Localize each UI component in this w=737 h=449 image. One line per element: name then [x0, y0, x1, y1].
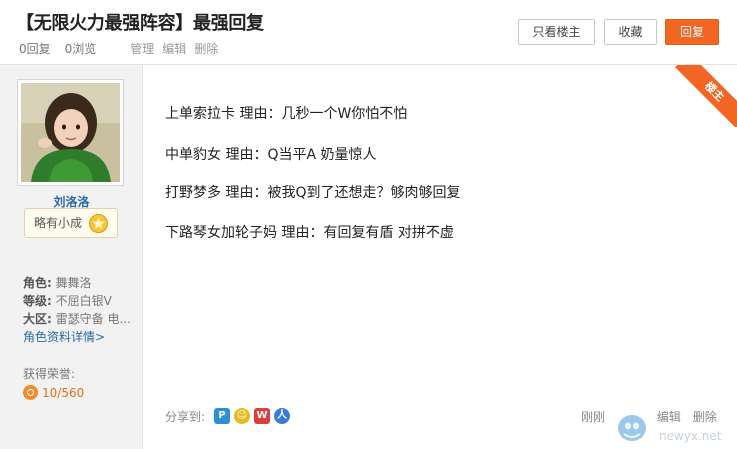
- post-delete-link[interactable]: 删除: [693, 410, 717, 424]
- avatar-frame[interactable]: [17, 79, 124, 186]
- badge-label: 略有小成: [34, 216, 83, 230]
- share-renren-icon[interactable]: 人: [274, 407, 290, 424]
- honor-label: 获得荣誉:: [23, 367, 76, 381]
- reply-count: 0回复: [19, 42, 51, 56]
- view-count: 0浏览: [64, 42, 97, 56]
- author-sidebar: 刘洛洛 略有小成 角色: 舞舞洛 等级: 不屈白银V 大区: 雷瑟守备 电...…: [0, 65, 143, 449]
- thread-title: 【无限火力最强阵容】最强回复: [16, 13, 264, 34]
- post-line-3: 打野梦多 理由：被我Q到了还想走？够肉够回复: [165, 185, 461, 201]
- author-badge: 略有小成: [24, 208, 118, 238]
- share-weibo-icon[interactable]: W: [254, 407, 270, 424]
- favorite-button[interactable]: 收藏: [604, 19, 657, 45]
- post-container: 刘洛洛 略有小成 角色: 舞舞洛 等级: 不屈白银V 大区: 雷瑟守备 电...…: [0, 64, 737, 449]
- manage-link[interactable]: 管理: [130, 42, 154, 56]
- role-value: 舞舞洛: [55, 276, 92, 290]
- server-value: 雷瑟守备 电...: [55, 312, 131, 326]
- level-label: 等级:: [23, 294, 52, 308]
- only-owner-button[interactable]: 只看楼主: [518, 19, 595, 45]
- post-content: 楼主 上单索拉卡 理由：几秒一个W你怕不怕 中单豹女 理由：Q当平A 奶量惊人 …: [144, 65, 737, 449]
- role-info: 角色: 舞舞洛: [23, 274, 92, 291]
- server-label: 大区:: [23, 312, 52, 326]
- post-time: 刚刚: [581, 410, 606, 424]
- share-friend-icon[interactable]: ☺: [234, 407, 250, 424]
- share-qzone-icon[interactable]: P: [214, 407, 230, 424]
- honor-coin-icon: [23, 385, 38, 400]
- honor-value: 10/560: [23, 385, 84, 401]
- post-line-1: 上单索拉卡 理由：几秒一个W你怕不怕: [165, 106, 408, 122]
- post-actions: 刚刚 编辑 删除: [581, 408, 725, 425]
- profile-detail-link[interactable]: 角色资料详情>: [23, 328, 105, 345]
- thread-meta: 0回复 0浏览 管理 编辑 删除: [19, 40, 226, 57]
- post-line-4: 下路琴女加轮子妈 理由：有回复有盾 对拼不虚: [165, 225, 454, 241]
- star-icon: [89, 214, 108, 233]
- post-line-2: 中单豹女 理由：Q当平A 奶量惊人: [165, 147, 377, 163]
- owner-ribbon: 楼主: [675, 65, 737, 127]
- reply-button[interactable]: 回复: [665, 19, 719, 45]
- level-value: 不屈白银V: [55, 294, 112, 308]
- honor-count: 10/560: [42, 386, 85, 400]
- watermark-text: newyx.net: [659, 429, 722, 443]
- share-label: 分享到:: [165, 410, 206, 424]
- edit-link[interactable]: 编辑: [162, 42, 186, 56]
- server-info: 大区: 雷瑟守备 电...: [23, 310, 131, 327]
- post-edit-link[interactable]: 编辑: [657, 410, 681, 424]
- level-info: 等级: 不屈白银V: [23, 292, 112, 309]
- owner-ribbon-label: 楼主: [675, 65, 737, 127]
- role-label: 角色:: [23, 276, 52, 290]
- avatar[interactable]: [21, 83, 120, 182]
- share-icons: P ☺ W 人: [214, 405, 294, 424]
- thread-header: 【无限火力最强阵容】最强回复 0回复 0浏览 管理 编辑 删除 只看楼主 收藏 回复: [0, 0, 737, 64]
- delete-link[interactable]: 删除: [194, 42, 218, 56]
